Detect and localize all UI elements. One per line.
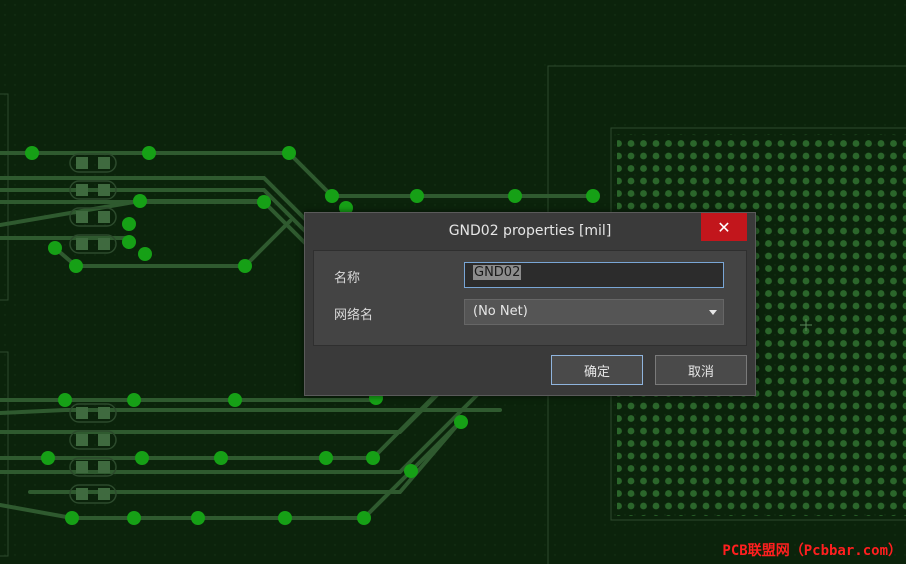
dialog-panel: 名称 GND02 网络名 (No Net): [313, 250, 747, 346]
net-select-value: (No Net): [473, 304, 528, 319]
close-button[interactable]: ✕: [701, 213, 747, 241]
properties-dialog: GND02 properties [mil] ✕ 名称 GND02 网络名 (N…: [304, 212, 756, 396]
dialog-titlebar[interactable]: GND02 properties [mil] ✕: [305, 213, 755, 249]
watermark: PCB联盟网（Pcbbar.com）: [722, 543, 902, 559]
net-select[interactable]: (No Net): [464, 299, 724, 325]
name-input-value: GND02: [473, 265, 522, 280]
dialog-title: GND02 properties [mil]: [448, 223, 612, 239]
name-input[interactable]: GND02: [464, 262, 724, 288]
cancel-button[interactable]: 取消: [655, 355, 747, 385]
chevron-down-icon: [709, 310, 717, 315]
close-icon: ✕: [717, 217, 731, 237]
ok-button[interactable]: 确定: [551, 355, 643, 385]
net-label: 网络名: [334, 308, 374, 323]
name-label: 名称: [334, 271, 361, 286]
